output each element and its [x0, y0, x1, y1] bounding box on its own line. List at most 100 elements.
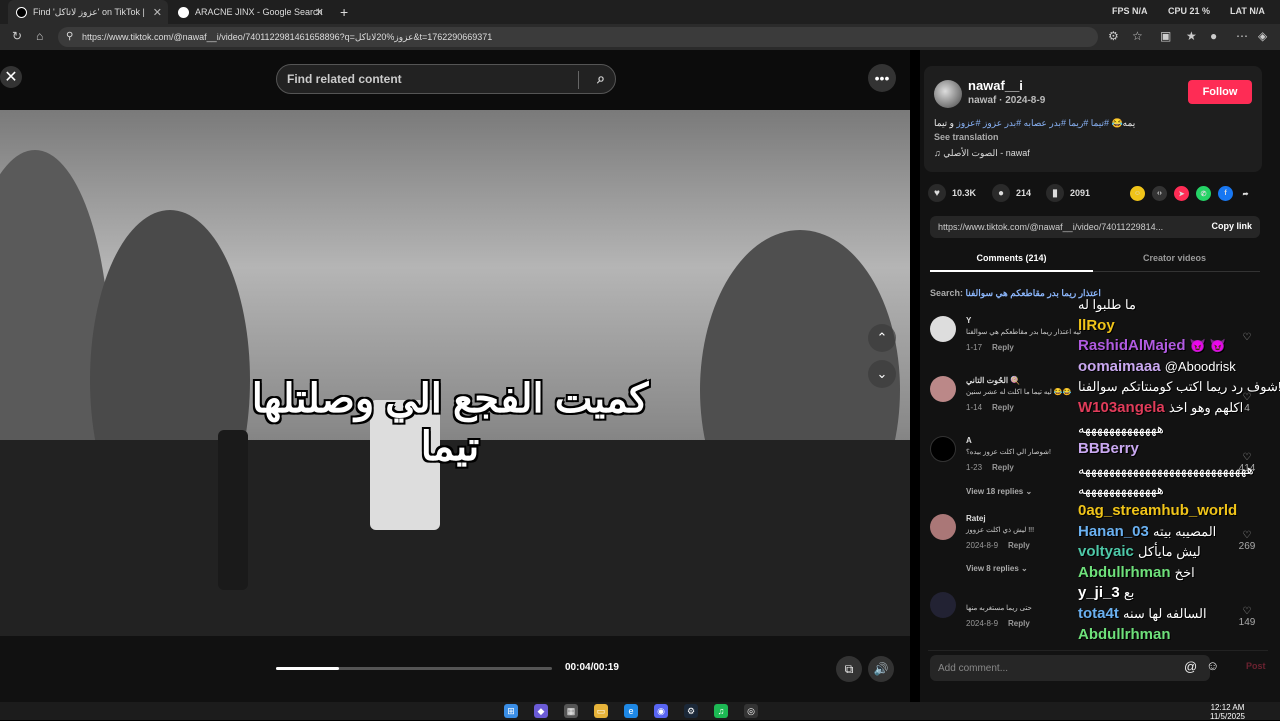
chat-username[interactable]: Abdullrhman	[1078, 626, 1171, 643]
comment-text: ليه اعتذار ريما بدر مقاطعكم هي سوالفنا	[966, 329, 1082, 336]
comment-meta: 1-14 Reply	[966, 403, 1014, 412]
new-tab-button[interactable]: +	[340, 0, 354, 24]
tab-creator-videos[interactable]: Creator videos	[1093, 246, 1256, 272]
tab-tiktok[interactable]: Find 'عزوز لاتاكل' on TikTok | ✕	[8, 0, 168, 24]
search-input[interactable]: Find related content	[287, 72, 402, 86]
share-link[interactable]: https://www.tiktok.com/@nawaf__i/video/7…	[938, 222, 1163, 232]
search-icon[interactable]: ⌕	[597, 70, 605, 87]
chat-username[interactable]: Abdullrhman	[1078, 564, 1171, 581]
obs-icon[interactable]: ◎	[744, 704, 758, 718]
chat-text: هههههههههههههه	[1078, 482, 1164, 498]
store-icon[interactable]: ▦	[564, 704, 578, 718]
comment-input[interactable]: Add comment...	[930, 655, 1210, 681]
file-explorer-icon[interactable]: ▭	[594, 704, 608, 718]
reply-button[interactable]: Reply	[1008, 619, 1030, 628]
chat-username[interactable]: y_ji_3	[1078, 584, 1120, 601]
pip-icon[interactable]: ⧉	[836, 656, 862, 682]
whatsapp-icon[interactable]: ✆	[1196, 186, 1211, 201]
progress-bar[interactable]	[276, 667, 552, 670]
like-comment-icon[interactable]: ♡ 269	[1238, 530, 1256, 552]
chat-username[interactable]: tota4t	[1078, 605, 1119, 622]
profile-icon[interactable]: ●	[1210, 29, 1217, 43]
chat-message: هههههههههههههه	[1078, 481, 1164, 498]
chat-username[interactable]: W103angela	[1078, 399, 1165, 416]
close-tab-icon[interactable]: ✕	[315, 6, 324, 19]
close-tab-icon[interactable]: ✕	[153, 6, 162, 19]
save-button[interactable]: ▮ 2091	[1046, 184, 1090, 202]
like-button[interactable]: ♥ 10.3K	[928, 184, 976, 202]
start-icon[interactable]: ⊞	[504, 704, 518, 718]
view-replies-button[interactable]: View 18 replies ⌄	[966, 487, 1032, 496]
comment-author[interactable]: الحُوت التاني 🍭	[966, 376, 1020, 385]
like-comment-icon[interactable]: ♡	[1238, 332, 1256, 343]
music-link[interactable]: ♫ الصوت الأصلي - nawaf	[934, 148, 1030, 159]
hashtags[interactable]: #تيما #ريما #بدر عصابه #بدر عزوز #عزوز	[957, 118, 1109, 128]
discord-icon[interactable]: ◉	[654, 704, 668, 718]
chat-message: y_ji_3 بع	[1078, 584, 1134, 601]
avatar[interactable]	[934, 80, 962, 108]
reply-button[interactable]: Reply	[992, 463, 1014, 472]
avatar[interactable]	[930, 592, 956, 618]
like-comment-icon[interactable]: ♡ 149	[1238, 606, 1256, 628]
follow-button[interactable]: Follow	[1188, 80, 1252, 104]
close-button[interactable]: ✕	[0, 66, 22, 88]
volume-icon[interactable]: 🔊	[868, 656, 894, 682]
emoji-icon[interactable]: ☺	[1206, 658, 1219, 673]
like-comment-icon[interactable]: ♡ 4	[1238, 392, 1256, 414]
collections-icon[interactable]: ▣	[1160, 29, 1171, 43]
chat-text: بع	[1123, 585, 1135, 601]
chat-username[interactable]: oomaimaaa	[1078, 358, 1161, 375]
share-emoji-icon[interactable]: ☺	[1130, 186, 1145, 201]
video-frame[interactable]: كميت الفجع الي وصلتلها تيما	[0, 110, 910, 636]
avatar[interactable]	[930, 376, 956, 402]
find-related-search[interactable]: Find related content ⌕	[276, 64, 616, 94]
reply-button[interactable]: Reply	[1008, 541, 1030, 550]
url-field[interactable]: ⚲ https://www.tiktok.com/@nawaf__i/video…	[58, 27, 1098, 47]
tab-comments[interactable]: Comments (214)	[930, 246, 1093, 272]
copilot-app-icon[interactable]: ◆	[534, 704, 548, 718]
chat-username[interactable]: voltyaic	[1078, 543, 1134, 560]
previous-video-button[interactable]: ⌃	[868, 324, 896, 352]
view-replies-button[interactable]: View 8 replies ⌄	[966, 564, 1028, 573]
more-options-button[interactable]: •••	[868, 64, 896, 92]
copilot-icon[interactable]: ◈	[1258, 29, 1267, 43]
chat-text: هههههههههههههه	[1078, 420, 1164, 436]
home-icon[interactable]: ⌂	[36, 29, 43, 43]
steam-icon[interactable]: ⚙	[684, 704, 698, 718]
comment-text: ليش ذي اكلت عزووز !!!	[966, 527, 1035, 534]
chat-username[interactable]: 0ag_streamhub_world	[1078, 502, 1237, 519]
next-video-button[interactable]: ⌄	[868, 360, 896, 388]
tab-google[interactable]: ARACNE JINX - Google Search ✕	[170, 0, 330, 24]
edge-icon[interactable]: e	[624, 704, 638, 718]
chat-username[interactable]: Hanan_03	[1078, 523, 1149, 540]
refresh-icon[interactable]: ↻	[12, 29, 22, 43]
username[interactable]: nawaf__i	[968, 78, 1023, 93]
comment-author[interactable]: A	[966, 436, 972, 445]
copy-link-button[interactable]: Copy link	[1211, 221, 1252, 231]
avatar[interactable]	[930, 514, 956, 540]
favorites-icon[interactable]: ☆	[1132, 29, 1143, 43]
chat-username[interactable]: RashidAlMajed	[1078, 337, 1186, 354]
like-comment-icon[interactable]: ♡ 414	[1238, 452, 1256, 474]
chat-username[interactable]: BBBerry	[1078, 440, 1139, 457]
comment-button[interactable]: ● 214	[992, 184, 1031, 202]
see-translation-link[interactable]: See translation	[934, 132, 999, 142]
reply-button[interactable]: Reply	[992, 403, 1014, 412]
mention-icon[interactable]: @	[1184, 659, 1197, 674]
avatar[interactable]	[930, 436, 956, 462]
embed-icon[interactable]: ‹›	[1152, 186, 1167, 201]
reply-button[interactable]: Reply	[992, 343, 1014, 352]
share-icon[interactable]: ➦	[1238, 186, 1253, 201]
favorites-bar-icon[interactable]: ★	[1186, 29, 1197, 43]
facebook-icon[interactable]: f	[1218, 186, 1233, 201]
menu-icon[interactable]: ⋯	[1236, 29, 1248, 43]
send-icon[interactable]: ➤	[1174, 186, 1189, 201]
post-button[interactable]: Post	[1246, 661, 1266, 671]
spotify-icon[interactable]: ♫	[714, 704, 728, 718]
extensions-icon[interactable]: ⚙	[1108, 29, 1119, 43]
comment-author[interactable]: Y	[966, 316, 971, 325]
site-info-icon[interactable]: ⚲	[66, 31, 73, 42]
comment-author[interactable]: Ratej	[966, 514, 986, 523]
avatar[interactable]	[930, 316, 956, 342]
chat-username[interactable]: llRoy	[1078, 317, 1115, 334]
